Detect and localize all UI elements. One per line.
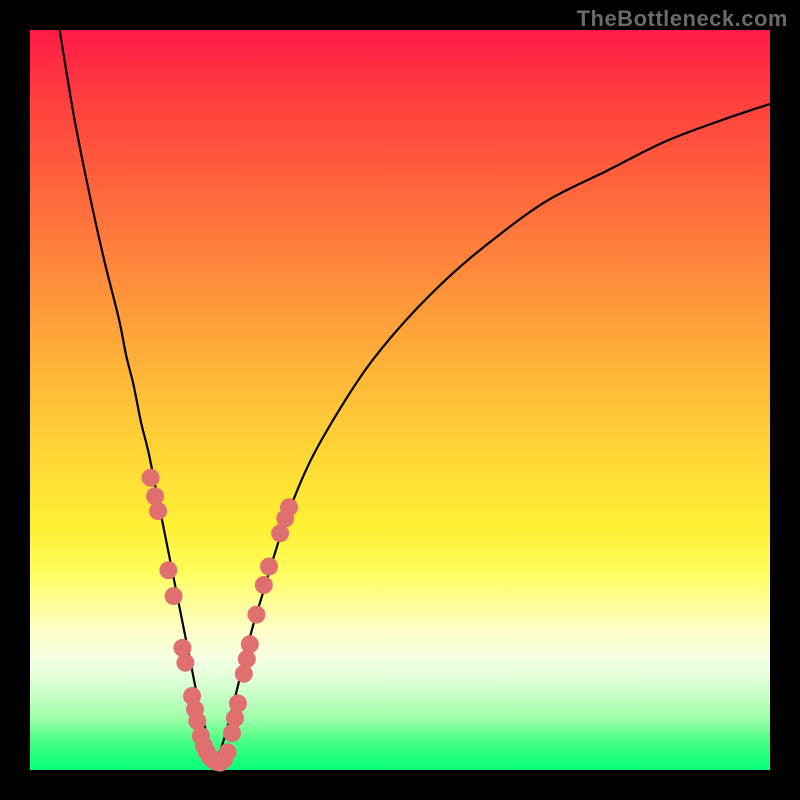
marker-dot (159, 561, 177, 579)
marker-dot (176, 654, 194, 672)
marker-dot (229, 694, 247, 712)
chart-curves (60, 30, 770, 763)
marker-dot (146, 487, 164, 505)
marker-dot (280, 498, 298, 516)
marker-dot (165, 587, 183, 605)
chart-markers (142, 469, 298, 772)
marker-dot (241, 635, 259, 653)
marker-dot (223, 724, 241, 742)
curve-curve-right (215, 104, 770, 763)
marker-dot (226, 709, 244, 727)
watermark-text: TheBottleneck.com (577, 6, 788, 32)
chart-overlay (30, 30, 770, 770)
marker-dot (149, 502, 167, 520)
marker-dot (260, 558, 278, 576)
curve-curve-left (60, 30, 215, 763)
marker-dot (173, 639, 191, 657)
marker-dot (238, 650, 256, 668)
marker-dot (142, 469, 160, 487)
marker-dot (255, 576, 273, 594)
marker-dot (235, 665, 253, 683)
marker-dot (219, 743, 237, 761)
marker-dot (247, 606, 265, 624)
